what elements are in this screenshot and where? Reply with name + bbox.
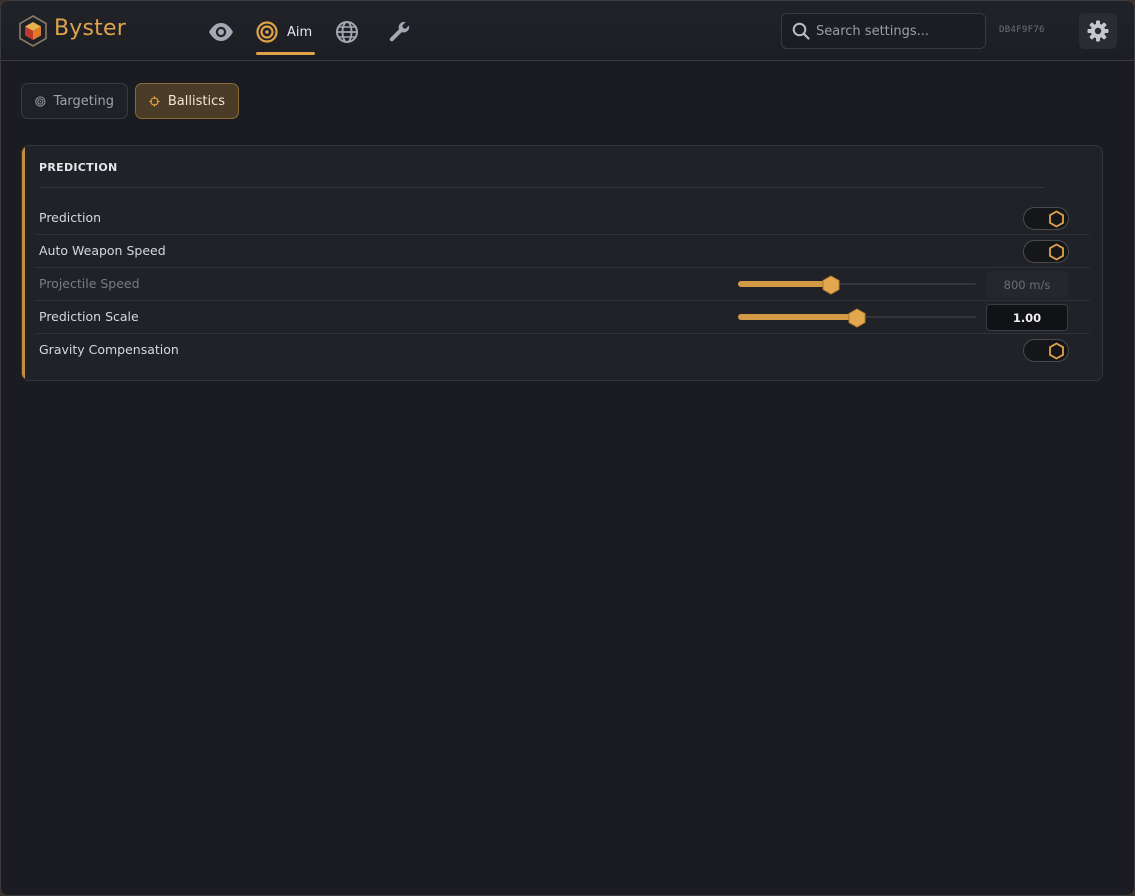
setting-label: Prediction [39,210,102,225]
header-bar: Byster Aim Search settings... DB4F9F76 [1,1,1134,61]
byster-logo-icon [19,15,47,47]
prediction-panel: PREDICTION Prediction Auto Weapon Speed … [21,145,1103,381]
projectile-speed-value: 800 m/s [986,271,1068,298]
nav-world-button[interactable] [335,15,359,49]
setting-row-prediction: Prediction [35,202,1090,235]
gravity-compensation-toggle[interactable] [1023,339,1069,362]
search-box[interactable] [781,13,986,49]
slider-fill [738,281,831,287]
nav-tools-button[interactable] [388,15,412,49]
hwid-label: DB4F9F76 [999,25,1045,35]
subtab-ballistics-label: Ballistics [167,93,225,109]
nav-visuals-button[interactable] [208,15,234,49]
prediction-scale-value-input[interactable]: 1.00 [986,304,1068,331]
hexagon-icon [1049,210,1064,228]
search-icon [792,22,810,40]
wrench-icon [389,21,410,42]
subtab-ballistics[interactable]: Ballistics [135,83,239,119]
setting-label: Gravity Compensation [39,342,179,357]
hexagon-icon [1049,342,1064,360]
subtab-targeting[interactable]: Targeting [21,83,128,119]
slider-thumb-hexagon-icon[interactable] [822,275,840,295]
setting-row-projectile-speed: Projectile Speed 800 m/s [35,268,1090,301]
slider-thumb-hexagon-icon[interactable] [848,308,866,328]
auto-weapon-speed-toggle[interactable] [1023,240,1069,263]
panel-title: PREDICTION [39,161,118,174]
target-icon [256,21,278,43]
search-input[interactable] [816,23,976,39]
setting-label: Projectile Speed [39,276,140,291]
subtab-targeting-label: Targeting [53,93,114,109]
panel-divider [39,187,1044,188]
settings-button[interactable] [1079,13,1117,49]
nav-aim-label: Aim [287,24,313,40]
prediction-toggle[interactable] [1023,207,1069,230]
target-icon [35,95,46,107]
setting-label: Prediction Scale [39,309,139,324]
app-brand-name: Byster [54,16,126,41]
setting-label: Auto Weapon Speed [39,243,166,258]
gear-icon [1087,20,1109,42]
slider-fill [738,314,857,320]
nav-aim-tab[interactable]: Aim [256,15,315,55]
globe-icon [336,21,358,43]
setting-row-auto-weapon-speed: Auto Weapon Speed [35,235,1090,268]
setting-row-prediction-scale: Prediction Scale 1.00 [35,301,1090,334]
projectile-speed-slider[interactable] [738,275,976,295]
prediction-scale-slider[interactable] [738,308,976,328]
app-window: Byster Aim Search settings... DB4F9F76 T… [0,0,1135,896]
hexagon-icon [1049,243,1064,261]
setting-row-gravity-compensation: Gravity Compensation [35,334,1090,367]
crosshair-icon [149,95,160,107]
eye-icon [209,23,233,41]
